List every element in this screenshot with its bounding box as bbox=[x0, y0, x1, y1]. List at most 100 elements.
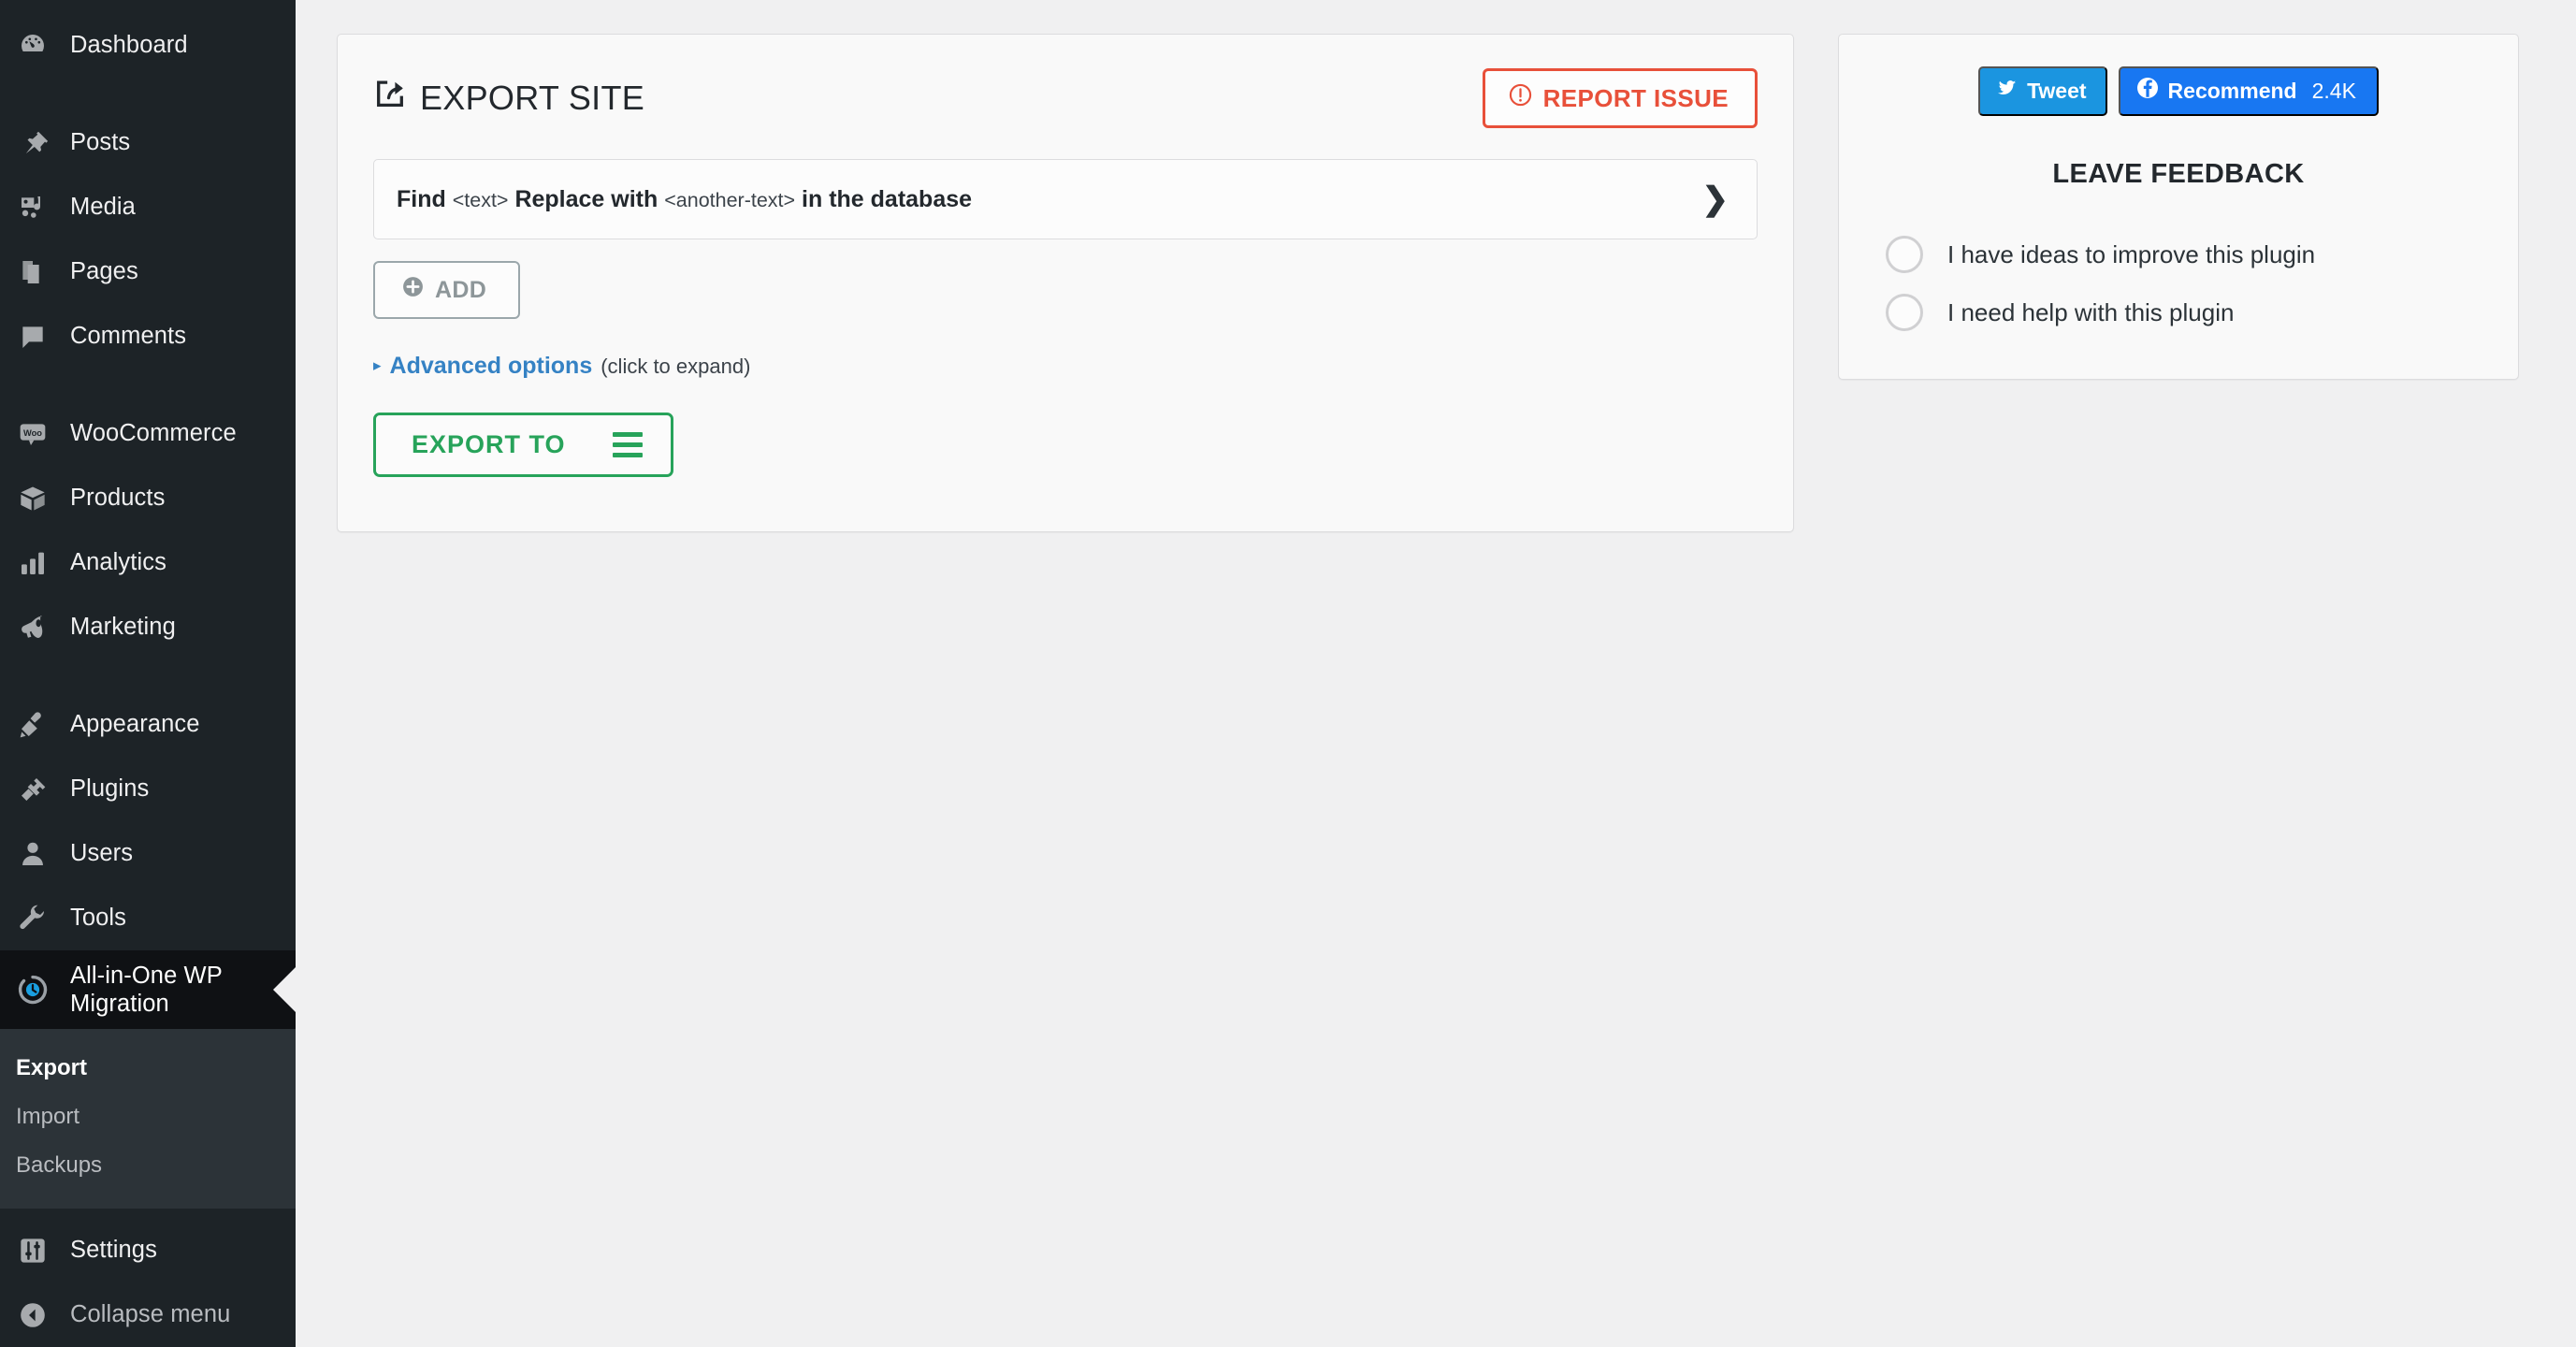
hamburger-menu-icon bbox=[613, 432, 643, 457]
collapse-arrow-icon bbox=[16, 1300, 50, 1330]
panel-header: EXPORT SITE REPORT ISSUE bbox=[373, 68, 1758, 128]
sidebar-submenu-label: Import bbox=[0, 1104, 80, 1129]
sidebar-item-label: WooCommerce bbox=[70, 419, 237, 447]
replace-label: Replace with bbox=[514, 186, 658, 212]
add-button[interactable]: ADD bbox=[373, 261, 520, 319]
sidebar-item-label: All-in-One WP Migration bbox=[70, 962, 271, 1018]
active-pointer-icon bbox=[273, 967, 296, 1012]
page-title: EXPORT SITE bbox=[373, 78, 644, 120]
sidebar-item-export[interactable]: Export bbox=[0, 1044, 296, 1093]
advanced-options-note: (click to expand) bbox=[601, 355, 750, 379]
pages-icon bbox=[16, 257, 50, 287]
recommend-button[interactable]: Recommend 2.4K bbox=[2119, 66, 2379, 116]
sidebar-item-label: Users bbox=[70, 839, 133, 867]
feedback-option-help[interactable]: I need help with this plugin bbox=[1873, 283, 2484, 341]
sidebar-item-label: Pages bbox=[70, 257, 138, 285]
sidebar-item-label: Products bbox=[70, 484, 165, 512]
sliders-icon bbox=[16, 1236, 50, 1266]
report-issue-label: REPORT ISSUE bbox=[1543, 84, 1729, 113]
export-share-icon bbox=[373, 78, 407, 120]
sidebar-item-pages[interactable]: Pages bbox=[0, 239, 296, 304]
woocommerce-icon: Woo bbox=[16, 419, 50, 449]
sidebar-item-dashboard[interactable]: Dashboard bbox=[0, 13, 296, 78]
export-to-label: EXPORT TO bbox=[412, 430, 566, 459]
feedback-option-ideas[interactable]: I have ideas to improve this plugin bbox=[1873, 225, 2484, 283]
radio-button[interactable] bbox=[1886, 294, 1923, 331]
pin-icon bbox=[16, 128, 50, 158]
feedback-panel: Tweet Recommend 2.4K LEAVE FEEDBACK bbox=[1838, 34, 2519, 380]
recommend-label: Recommend bbox=[2168, 79, 2297, 104]
sidebar-item-comments[interactable]: Comments bbox=[0, 304, 296, 369]
social-buttons: Tweet Recommend 2.4K bbox=[1873, 66, 2484, 116]
page-title-text: EXPORT SITE bbox=[420, 79, 644, 118]
add-button-label: ADD bbox=[435, 277, 486, 304]
box-icon bbox=[16, 484, 50, 514]
sidebar-item-label: Posts bbox=[70, 128, 130, 156]
find-replace-text: Find <text> Replace with <another-text> … bbox=[397, 186, 972, 213]
sidebar-item-tools[interactable]: Tools bbox=[0, 886, 296, 950]
sidebar-divider bbox=[0, 78, 296, 110]
sidebar-item-label: Dashboard bbox=[70, 31, 188, 59]
chevron-right-icon[interactable]: ❯ bbox=[1702, 183, 1729, 215]
sidebar-item-appearance[interactable]: Appearance bbox=[0, 692, 296, 757]
feedback-option-label: I need help with this plugin bbox=[1947, 298, 2234, 327]
sidebar-item-backups[interactable]: Backups bbox=[0, 1141, 296, 1190]
facebook-icon bbox=[2136, 77, 2159, 105]
sidebar-item-label: Settings bbox=[70, 1236, 157, 1264]
advanced-options-link[interactable]: Advanced options bbox=[390, 353, 593, 380]
sidebar-item-label: Analytics bbox=[70, 548, 166, 576]
exclamation-circle-icon bbox=[1508, 82, 1533, 114]
tweet-button[interactable]: Tweet bbox=[1978, 66, 2106, 116]
sidebar-item-products[interactable]: Products bbox=[0, 466, 296, 530]
sidebar-item-analytics[interactable]: Analytics bbox=[0, 530, 296, 595]
plus-circle-icon bbox=[401, 275, 425, 305]
feedback-option-label: I have ideas to improve this plugin bbox=[1947, 240, 2315, 269]
export-site-panel: EXPORT SITE REPORT ISSUE Find bbox=[337, 34, 1794, 532]
sidebar-submenu-label: Export bbox=[0, 1055, 87, 1080]
leave-feedback-title: LEAVE FEEDBACK bbox=[1873, 159, 2484, 190]
sidebar-divider bbox=[0, 659, 296, 692]
sidebar-item-media[interactable]: Media bbox=[0, 175, 296, 239]
find-label: Find bbox=[397, 186, 446, 212]
sidebar-submenu: Export Import Backups bbox=[0, 1029, 296, 1209]
media-icon bbox=[16, 193, 50, 223]
sidebar-item-settings[interactable]: Settings bbox=[0, 1218, 296, 1282]
sidebar-item-label: Comments bbox=[70, 322, 186, 350]
megaphone-icon bbox=[16, 613, 50, 643]
bar-chart-icon bbox=[16, 548, 50, 578]
report-issue-button[interactable]: REPORT ISSUE bbox=[1483, 68, 1758, 128]
advanced-options-row[interactable]: ▸ Advanced options (click to expand) bbox=[373, 353, 1758, 380]
admin-sidebar: Dashboard Posts Media bbox=[0, 0, 296, 1347]
find-replace-row[interactable]: Find <text> Replace with <another-text> … bbox=[373, 159, 1758, 239]
find-token: <text> bbox=[453, 189, 509, 211]
replace-token: <another-text> bbox=[664, 189, 795, 211]
database-suffix: in the database bbox=[802, 186, 972, 212]
radio-button[interactable] bbox=[1886, 236, 1923, 273]
sidebar-divider bbox=[0, 369, 296, 401]
sidebar-item-label: Appearance bbox=[70, 710, 200, 738]
migration-icon bbox=[16, 974, 50, 1006]
admin-screen: Dashboard Posts Media bbox=[0, 0, 2576, 1347]
triangle-right-icon: ▸ bbox=[373, 357, 382, 373]
sidebar-item-posts[interactable]: Posts bbox=[0, 110, 296, 175]
recommend-count: 2.4K bbox=[2312, 79, 2356, 104]
sidebar-submenu-label: Backups bbox=[0, 1152, 102, 1178]
plug-icon bbox=[16, 775, 50, 804]
content-area: EXPORT SITE REPORT ISSUE Find bbox=[296, 0, 2576, 1347]
comment-icon bbox=[16, 322, 50, 352]
sidebar-item-label: Marketing bbox=[70, 613, 176, 641]
sidebar-item-collapse-menu[interactable]: Collapse menu bbox=[0, 1282, 296, 1347]
sidebar-item-label: Tools bbox=[70, 904, 126, 932]
paintbrush-icon bbox=[16, 710, 50, 740]
sidebar-item-woocommerce[interactable]: Woo WooCommerce bbox=[0, 401, 296, 466]
sidebar-item-label: Collapse menu bbox=[70, 1300, 230, 1328]
twitter-icon bbox=[1996, 78, 2018, 105]
sidebar-item-users[interactable]: Users bbox=[0, 821, 296, 886]
export-to-button[interactable]: EXPORT TO bbox=[373, 413, 673, 477]
svg-text:Woo: Woo bbox=[23, 428, 42, 438]
sidebar-item-marketing[interactable]: Marketing bbox=[0, 595, 296, 659]
sidebar-item-import[interactable]: Import bbox=[0, 1093, 296, 1141]
sidebar-item-all-in-one-wp-migration[interactable]: All-in-One WP Migration bbox=[0, 950, 296, 1029]
sidebar-item-plugins[interactable]: Plugins bbox=[0, 757, 296, 821]
sidebar-item-label: Media bbox=[70, 193, 136, 221]
